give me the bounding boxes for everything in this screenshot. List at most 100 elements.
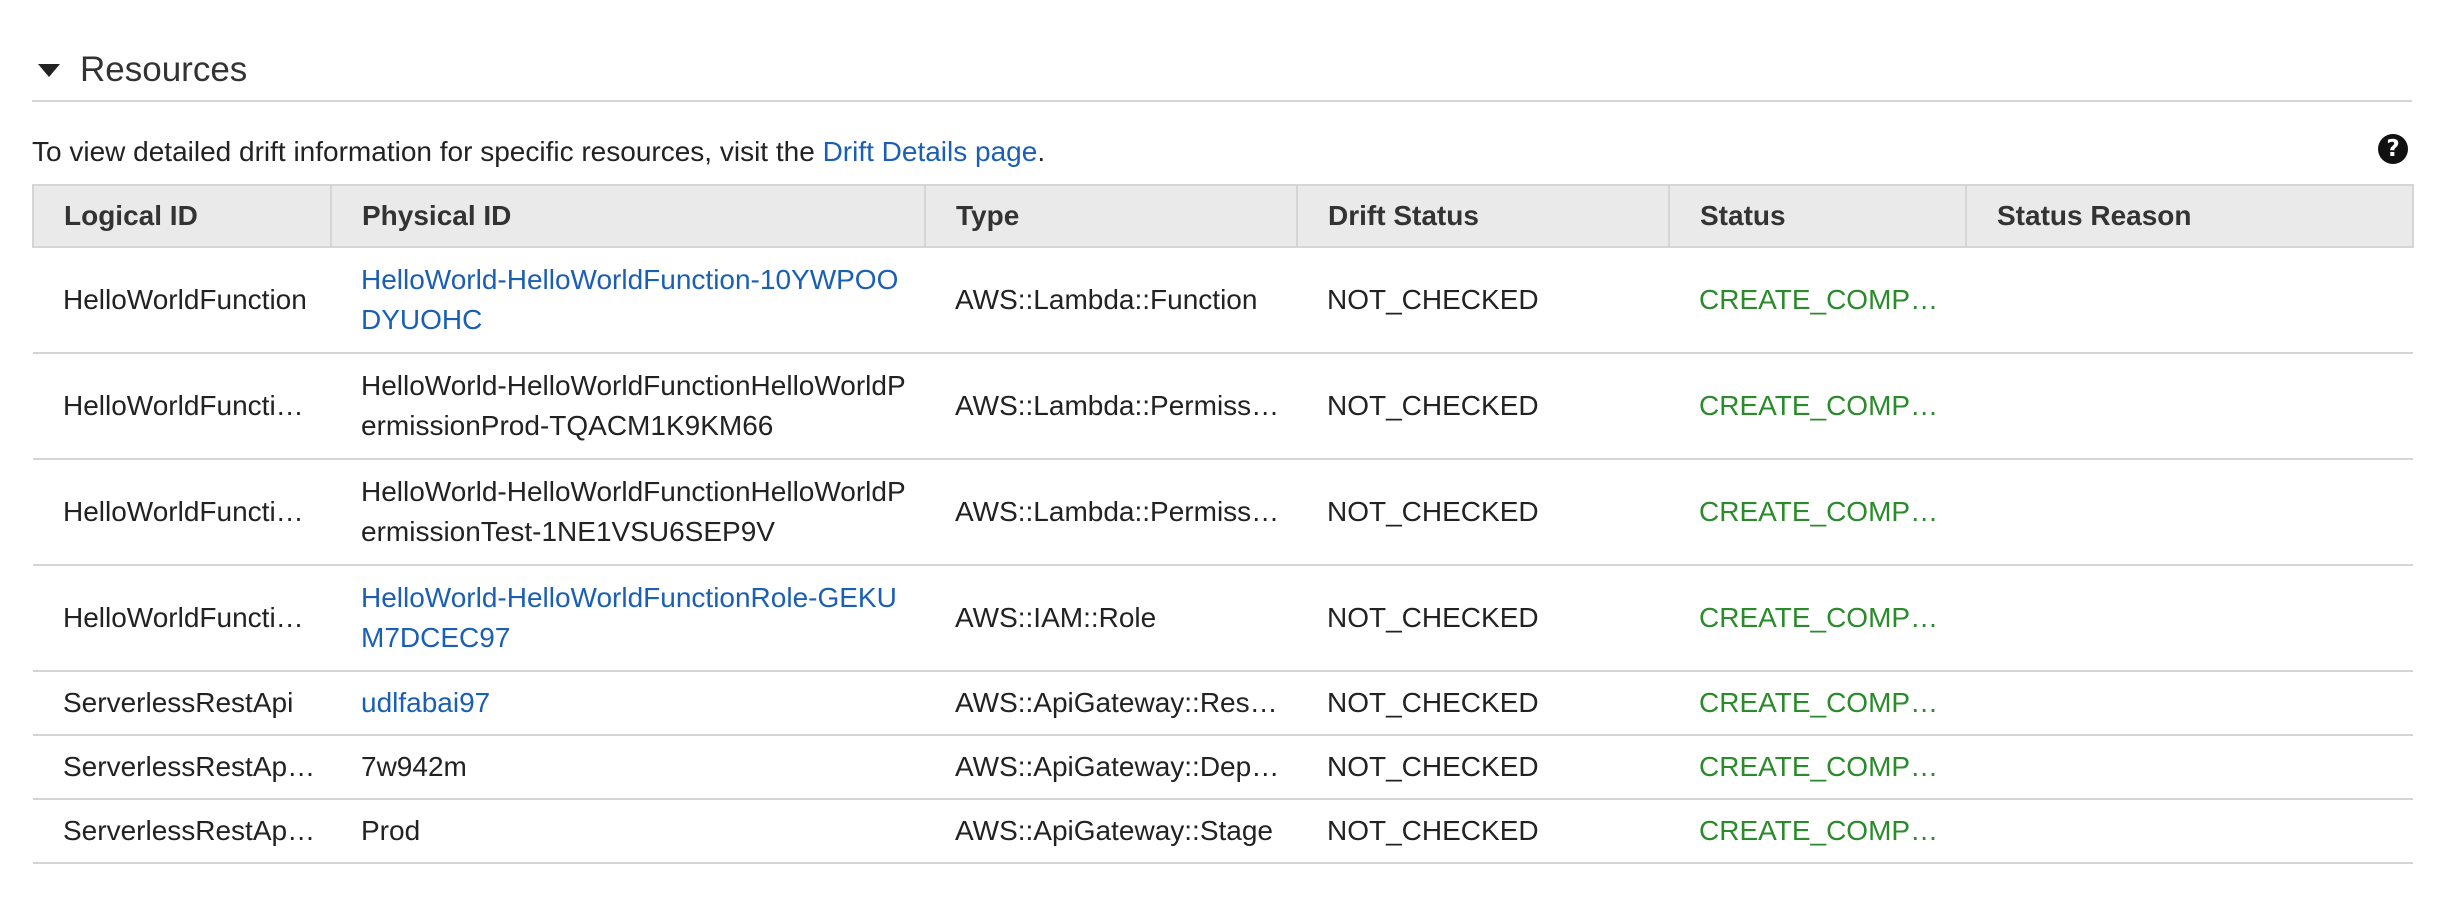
status-reason-cell: [1966, 565, 2413, 672]
resource-type: AWS::ApiGateway::Stage: [955, 815, 1273, 846]
physical-id-cell: 7w942m: [331, 735, 925, 800]
info-suffix: .: [1037, 136, 1046, 167]
physical-id-link[interactable]: HelloWorld-HelloWorldFunction-10YWPOODYU…: [361, 260, 911, 340]
status-cell: CREATE_COMPLETE: [1669, 799, 1966, 864]
type-cell: AWS::Lambda::Function: [925, 247, 1297, 354]
physical-id-link[interactable]: HelloWorld-HelloWorldFunctionRole-GEKUM7…: [361, 578, 911, 658]
drift-status-cell: NOT_CHECKED: [1297, 565, 1669, 672]
physical-id: Prod: [361, 815, 421, 846]
physical-id: HelloWorld-HelloWorldFunctionHelloWorldP…: [361, 370, 906, 441]
type-cell: AWS::ApiGateway::Stage: [925, 799, 1297, 864]
physical-id-cell: HelloWorld-HelloWorldFunction-10YWPOODYU…: [331, 247, 925, 354]
resource-type: AWS::ApiGateway::Deployment: [955, 751, 1283, 782]
status-cell: CREATE_COMPLETE: [1669, 247, 1966, 354]
physical-id-cell: HelloWorld-HelloWorldFunctionHelloWorldP…: [331, 353, 925, 460]
resource-type: AWS::Lambda::Function: [955, 284, 1258, 315]
drift-status: NOT_CHECKED: [1327, 815, 1539, 846]
table-row[interactable]: ServerlessRestApiProdStage Prod AWS::Api…: [33, 799, 2413, 864]
status-reason-cell: [1966, 735, 2413, 800]
status-text: CREATE_COMPLETE: [1699, 751, 1952, 782]
resource-type: AWS::Lambda::Permission: [955, 390, 1283, 421]
logical-id: HelloWorldFunctionRole: [63, 602, 317, 633]
resource-type: AWS::ApiGateway::RestApi: [955, 687, 1283, 718]
drift-status: NOT_CHECKED: [1327, 687, 1539, 718]
drift-status: NOT_CHECKED: [1327, 284, 1539, 315]
table-row[interactable]: HelloWorldFunctionHelloWorldPermissionTe…: [33, 459, 2413, 566]
drift-status-cell: NOT_CHECKED: [1297, 799, 1669, 864]
drift-info-text: To view detailed drift information for s…: [32, 134, 1045, 170]
status-text: CREATE_COMPLETE: [1699, 284, 1952, 315]
resources-table: Logical ID Physical ID Type Drift Status…: [32, 184, 2414, 864]
table-row[interactable]: ServerlessRestApiDeployment 7w942m AWS::…: [33, 735, 2413, 800]
physical-id-link[interactable]: udlfabai97: [361, 683, 911, 723]
resources-panel: Resources To view detailed drift informa…: [0, 0, 2446, 906]
section-header: Resources: [32, 44, 2412, 102]
status-cell: CREATE_COMPLETE: [1669, 671, 1966, 736]
status-cell: CREATE_COMPLETE: [1669, 459, 1966, 566]
info-prefix: To view detailed drift information for s…: [32, 136, 823, 167]
logical-id: HelloWorldFunctionHelloWorldPermissionPr…: [63, 390, 317, 421]
logical-id-cell: HelloWorldFunctionHelloWorldPermissionPr…: [33, 353, 331, 460]
drift-status-cell: NOT_CHECKED: [1297, 671, 1669, 736]
type-cell: AWS::ApiGateway::Deployment: [925, 735, 1297, 800]
status-text: CREATE_COMPLETE: [1699, 687, 1952, 718]
physical-id: HelloWorld-HelloWorldFunctionHelloWorldP…: [361, 476, 906, 547]
column-header-status[interactable]: Status: [1668, 184, 1967, 248]
physical-id-cell: HelloWorld-HelloWorldFunctionHelloWorldP…: [331, 459, 925, 566]
column-header-type[interactable]: Type: [924, 184, 1298, 248]
type-cell: AWS::ApiGateway::RestApi: [925, 671, 1297, 736]
resource-type: AWS::Lambda::Permission: [955, 496, 1283, 527]
table-row[interactable]: HelloWorldFunction HelloWorld-HelloWorld…: [33, 247, 2413, 354]
status-reason-cell: [1966, 799, 2413, 864]
caret-down-icon[interactable]: [38, 64, 60, 77]
logical-id-cell: ServerlessRestApiDeployment: [33, 735, 331, 800]
help-icon[interactable]: ?: [2378, 134, 2408, 164]
table-header-row: Logical ID Physical ID Type Drift Status…: [32, 184, 2414, 248]
table-row[interactable]: ServerlessRestApi udlfabai97 AWS::ApiGat…: [33, 671, 2413, 736]
drift-status: NOT_CHECKED: [1327, 496, 1539, 527]
status-reason-cell: [1966, 353, 2413, 460]
column-header-physical-id[interactable]: Physical ID: [330, 184, 926, 248]
type-cell: AWS::IAM::Role: [925, 565, 1297, 672]
drift-status-cell: NOT_CHECKED: [1297, 735, 1669, 800]
column-header-drift-status[interactable]: Drift Status: [1296, 184, 1670, 248]
logical-id: HelloWorldFunctionHelloWorldPermissionTe…: [63, 496, 317, 527]
table-row[interactable]: HelloWorldFunctionRole HelloWorld-HelloW…: [33, 565, 2413, 672]
physical-id-cell: HelloWorld-HelloWorldFunctionRole-GEKUM7…: [331, 565, 925, 672]
drift-status-cell: NOT_CHECKED: [1297, 459, 1669, 566]
drift-status: NOT_CHECKED: [1327, 751, 1539, 782]
logical-id-cell: HelloWorldFunctionRole: [33, 565, 331, 672]
logical-id: ServerlessRestApiDeployment: [63, 751, 317, 782]
column-header-status-reason[interactable]: Status Reason: [1965, 184, 2414, 248]
logical-id-cell: HelloWorldFunction: [33, 247, 331, 354]
drift-details-link[interactable]: Drift Details page: [823, 136, 1038, 167]
drift-status-cell: NOT_CHECKED: [1297, 353, 1669, 460]
section-title[interactable]: Resources: [80, 48, 247, 92]
physical-id-cell: Prod: [331, 799, 925, 864]
status-cell: CREATE_COMPLETE: [1669, 735, 1966, 800]
logical-id: HelloWorldFunction: [63, 284, 307, 315]
type-cell: AWS::Lambda::Permission: [925, 353, 1297, 460]
column-header-logical-id[interactable]: Logical ID: [32, 184, 332, 248]
logical-id-cell: HelloWorldFunctionHelloWorldPermissionTe…: [33, 459, 331, 566]
status-text: CREATE_COMPLETE: [1699, 815, 1952, 846]
status-cell: CREATE_COMPLETE: [1669, 353, 1966, 460]
status-text: CREATE_COMPLETE: [1699, 390, 1952, 421]
status-text: CREATE_COMPLETE: [1699, 496, 1952, 527]
status-cell: CREATE_COMPLETE: [1669, 565, 1966, 672]
drift-status-cell: NOT_CHECKED: [1297, 247, 1669, 354]
status-reason-cell: [1966, 671, 2413, 736]
logical-id: ServerlessRestApi: [63, 687, 294, 718]
logical-id-cell: ServerlessRestApiProdStage: [33, 799, 331, 864]
logical-id: ServerlessRestApiProdStage: [63, 815, 317, 846]
table-row[interactable]: HelloWorldFunctionHelloWorldPermissionPr…: [33, 353, 2413, 460]
status-reason-cell: [1966, 247, 2413, 354]
physical-id: 7w942m: [361, 751, 467, 782]
physical-id-cell: udlfabai97: [331, 671, 925, 736]
resource-type: AWS::IAM::Role: [955, 602, 1157, 633]
type-cell: AWS::Lambda::Permission: [925, 459, 1297, 566]
drift-status: NOT_CHECKED: [1327, 602, 1539, 633]
status-text: CREATE_COMPLETE: [1699, 602, 1952, 633]
logical-id-cell: ServerlessRestApi: [33, 671, 331, 736]
drift-status: NOT_CHECKED: [1327, 390, 1539, 421]
